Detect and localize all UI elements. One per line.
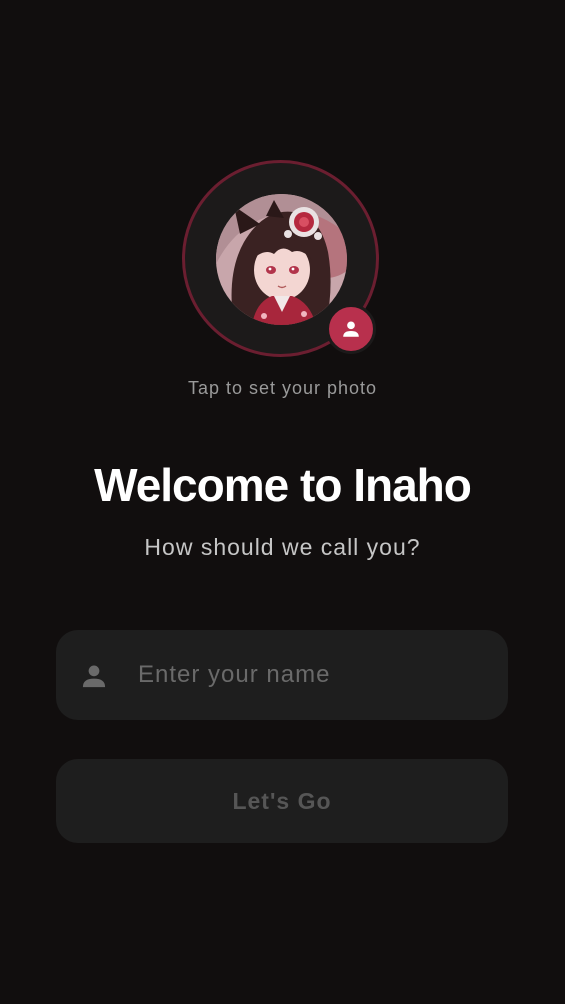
welcome-subtitle: How should we call you? — [144, 534, 421, 560]
name-field[interactable] — [56, 630, 508, 720]
name-input[interactable] — [138, 630, 488, 720]
onboarding-screen: Tap to set your photo Welcome to Inaho H… — [0, 0, 565, 1004]
set-photo-button[interactable] — [326, 304, 376, 354]
profile-photo — [216, 194, 347, 325]
person-icon — [82, 665, 106, 688]
welcome-title: Welcome to Inaho — [94, 459, 472, 511]
anime-portrait-image — [216, 194, 347, 325]
lets-go-button[interactable]: Let's Go — [56, 759, 508, 843]
photo-hint-text: Tap to set your photo — [187, 378, 378, 398]
avatar-picker[interactable] — [182, 160, 379, 357]
person-icon — [343, 321, 359, 337]
